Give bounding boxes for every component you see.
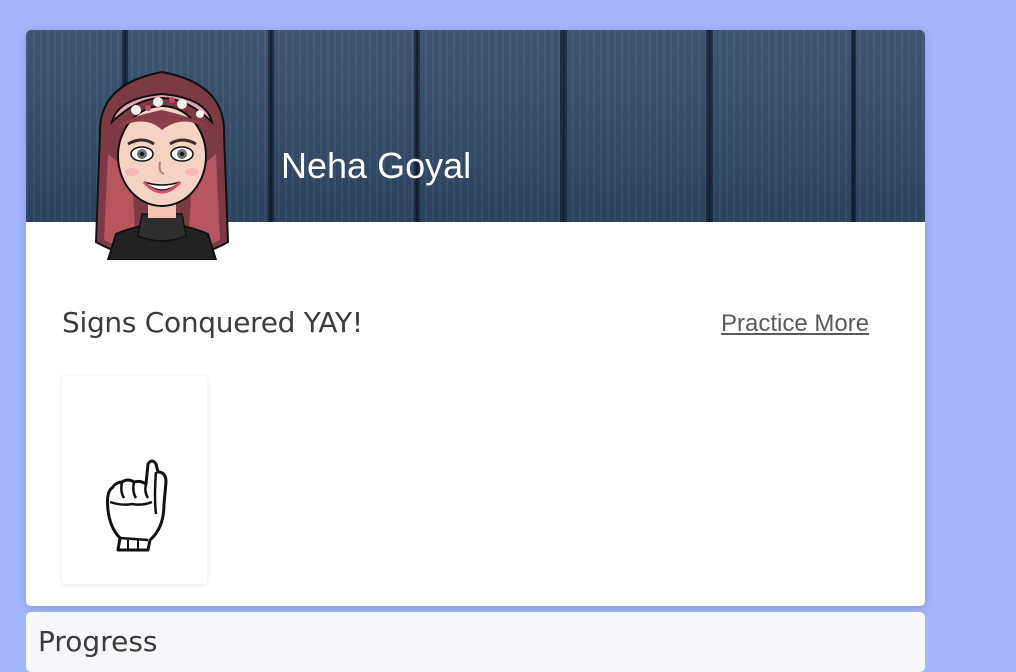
- progress-card: Progress: [26, 612, 925, 672]
- profile-name: Neha Goyal: [281, 145, 472, 186]
- asl-hand-sign-icon: [106, 459, 168, 552]
- signs-conquered-title: Signs Conquered YAY!: [62, 306, 363, 339]
- profile-card: Neha Goyal Signs Conquered YAY! Practice…: [26, 30, 925, 606]
- practice-more-link[interactable]: Practice More: [721, 309, 869, 339]
- sign-card[interactable]: [62, 376, 207, 584]
- progress-title: Progress: [38, 625, 158, 658]
- bitmoji-avatar-icon: [94, 70, 230, 260]
